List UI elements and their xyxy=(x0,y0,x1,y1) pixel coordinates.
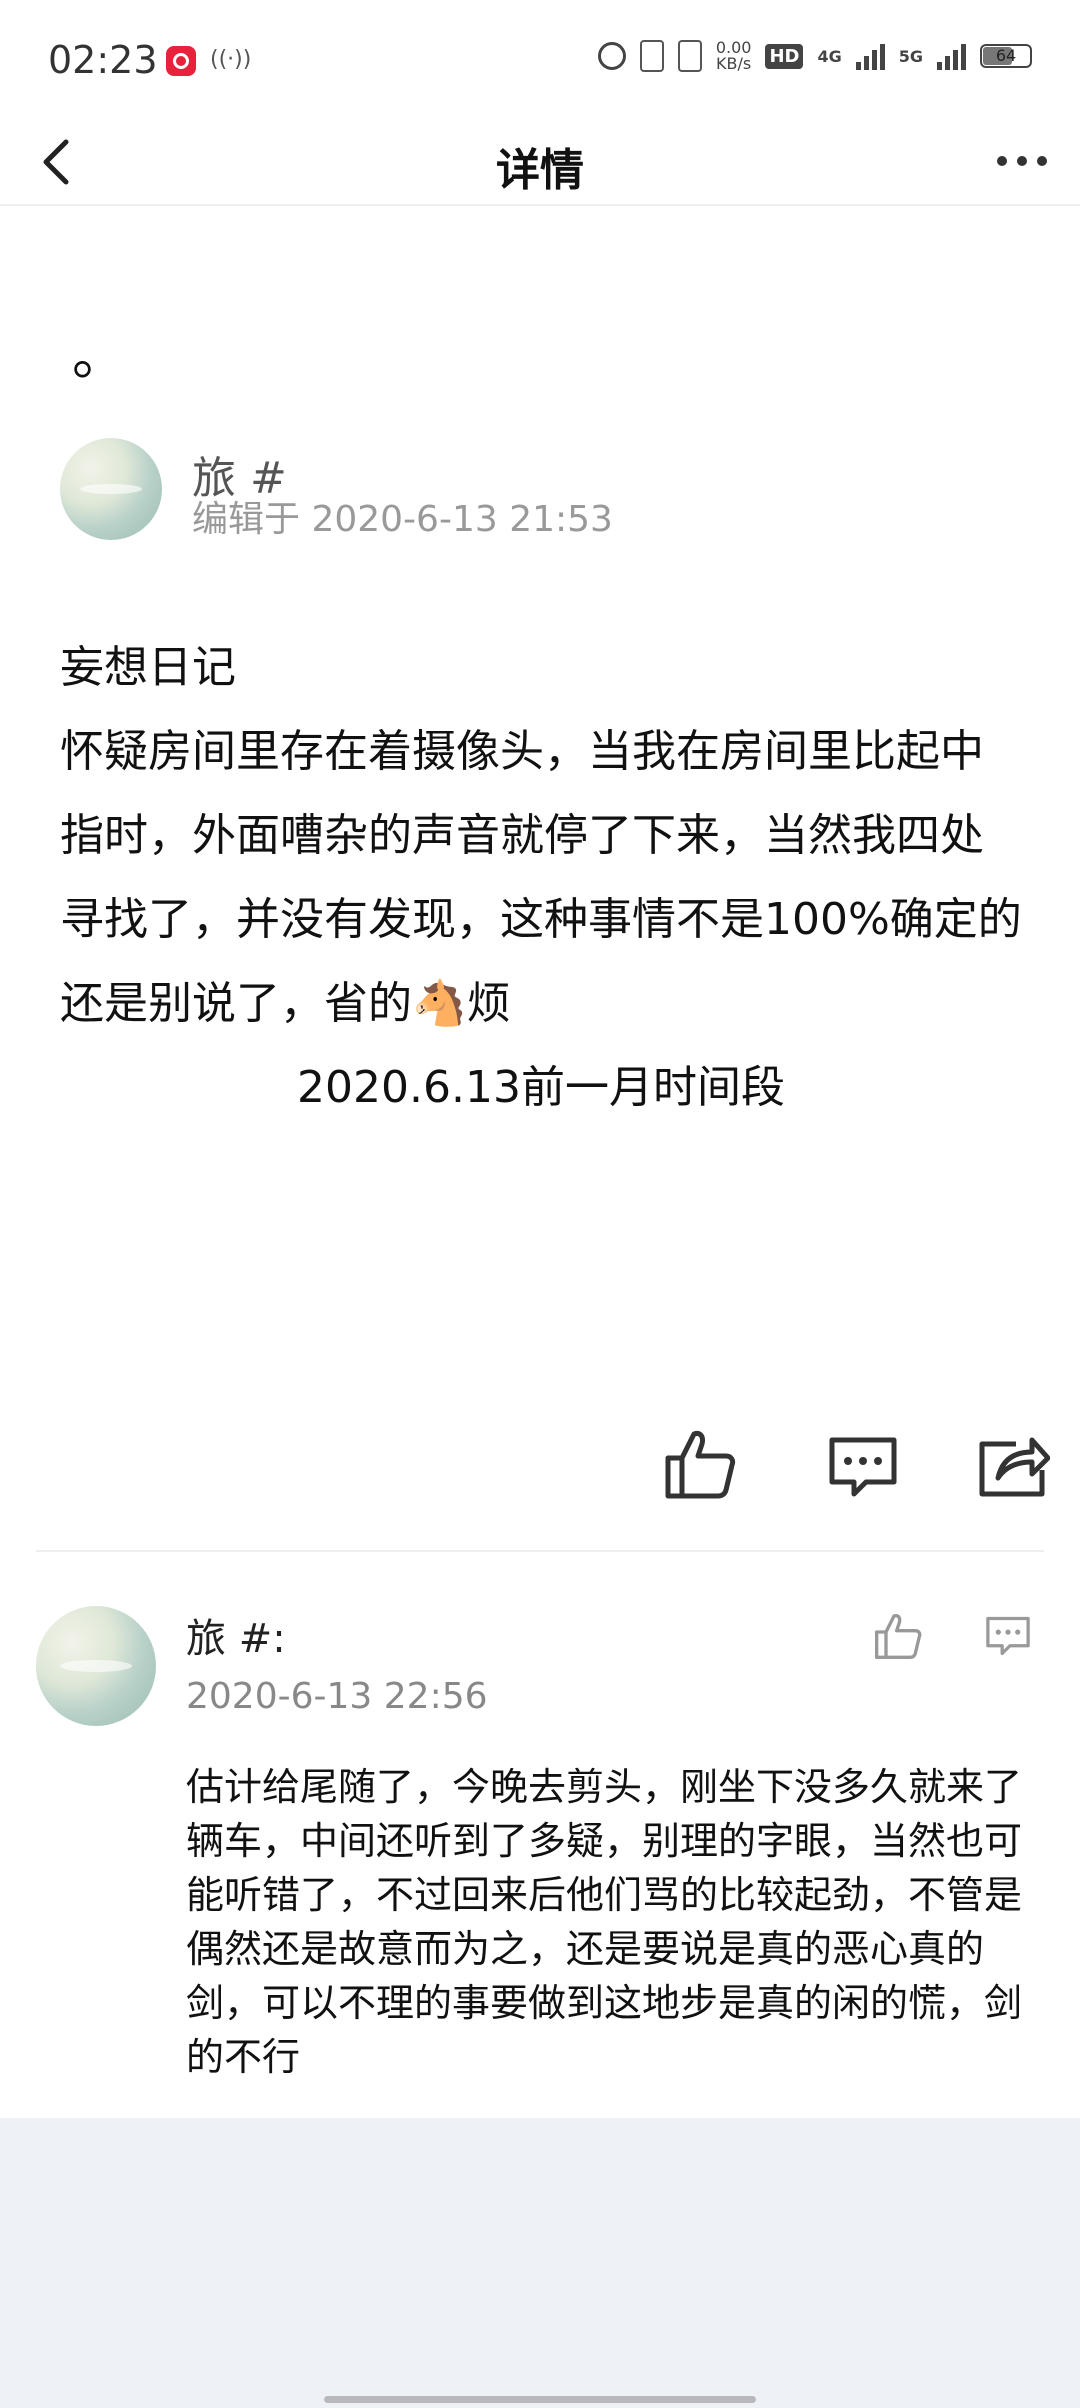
comment-icon[interactable] xyxy=(826,1434,900,1500)
status-icons: 0.00 KB/s HD 4G 5G 64 xyxy=(597,40,1032,72)
comment-reply-icon[interactable] xyxy=(984,1614,1032,1658)
signal-icon-2 xyxy=(937,42,966,70)
battery-level: 64 xyxy=(995,46,1017,65)
hd-badge: HD xyxy=(765,43,804,69)
comment-time: 2020-6-13 22:56 xyxy=(186,1676,488,1717)
more-dots-icon[interactable] xyxy=(994,146,1050,176)
network-label-5g: 5G xyxy=(898,46,923,66)
post-body: 妄想日记 怀疑房间里存在着摄像头，当我在房间里比起中指时，外面嘈杂的声音就停了下… xyxy=(60,626,1022,1130)
home-indicator[interactable] xyxy=(324,2396,756,2403)
avatar[interactable] xyxy=(60,438,162,540)
network-speed-unit: KB/s xyxy=(716,54,752,73)
edit-time: 编辑于 2020-6-13 21:53 xyxy=(192,499,613,540)
header-bar: 详情 xyxy=(0,120,1080,206)
comment-avatar[interactable] xyxy=(36,1606,156,1726)
post-body-heading: 妄想日记 xyxy=(60,642,236,693)
post-body-footer: 2020.6.13前一月时间段 xyxy=(297,1062,785,1113)
comment-like-icon[interactable] xyxy=(874,1612,922,1660)
post-actions xyxy=(0,1426,1080,1546)
post-body-text: 怀疑房间里存在着摄像头，当我在房间里比起中指时，外面嘈杂的声音就停了下来，当然我… xyxy=(60,726,1022,1029)
comment-text: 估计给尾随了，今晚去剪头，刚坐下没多久就来了辆车，中间还听到了多疑，别理的字眼，… xyxy=(186,1765,1023,2079)
page-title: 详情 xyxy=(496,145,584,196)
alarm-icon xyxy=(597,42,626,70)
post-title: 。 xyxy=(72,324,126,387)
comment-author[interactable]: 旅 #: xyxy=(186,1606,286,1664)
post-detail: 。 旅 # 编辑于 2020-6-13 21:53 妄想日记 怀疑房间里存在着摄… xyxy=(0,206,1080,2118)
network-speed: 0.00 KB/s xyxy=(716,40,752,72)
network-label-4g: 4G xyxy=(817,46,842,66)
netease-music-icon xyxy=(166,46,196,76)
hotspot-icon: ((·)) xyxy=(210,47,252,72)
thumbs-up-icon[interactable] xyxy=(664,1428,736,1500)
share-icon[interactable] xyxy=(976,1430,1050,1500)
bluetooth-icon xyxy=(639,40,664,72)
status-time: 02:23 xyxy=(48,38,158,82)
battery-icon: 64 xyxy=(980,44,1032,68)
signal-icon xyxy=(855,42,885,70)
vibrate-icon xyxy=(677,40,702,72)
status-bar: 02:23 ((·)) 0.00 KB/s HD 4G 5G 64 xyxy=(0,0,1080,120)
divider xyxy=(36,1550,1044,1552)
